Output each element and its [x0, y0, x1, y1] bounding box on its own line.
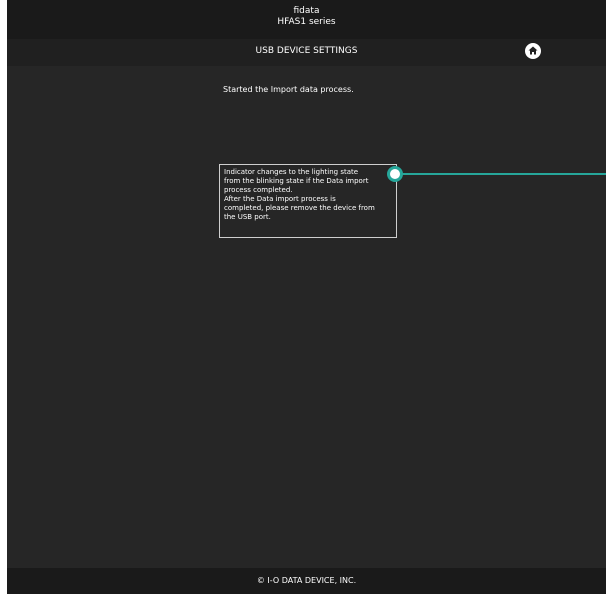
- app-frame: fidata HFAS1 series USB DEVICE SETTINGS …: [7, 0, 606, 594]
- nav-bar: USB DEVICE SETTINGS: [7, 39, 606, 66]
- app-header: fidata HFAS1 series: [7, 0, 606, 39]
- footer-copyright: © I-O DATA DEVICE, INC.: [7, 568, 606, 594]
- callout-line: from the blinking state if the Data impo…: [224, 177, 369, 185]
- status-message: Started the Import data process.: [223, 85, 354, 94]
- callout-line: completed, please remove the device from: [224, 204, 375, 212]
- instruction-callout: Indicator changes to the lighting state …: [219, 164, 397, 238]
- callout-connector-dot: [387, 166, 403, 182]
- brand-name: fidata: [293, 6, 320, 16]
- callout-line: the USB port.: [224, 213, 271, 221]
- model-name: HFAS1 series: [277, 17, 336, 27]
- home-button[interactable]: [525, 43, 541, 59]
- home-icon: [528, 46, 538, 55]
- callout-line: process completed.: [224, 186, 293, 194]
- callout-line: After the Data import process is: [224, 195, 336, 203]
- callout-line: Indicator changes to the lighting state: [224, 168, 359, 176]
- page-title: USB DEVICE SETTINGS: [255, 46, 358, 56]
- callout-connector-line: [399, 173, 606, 175]
